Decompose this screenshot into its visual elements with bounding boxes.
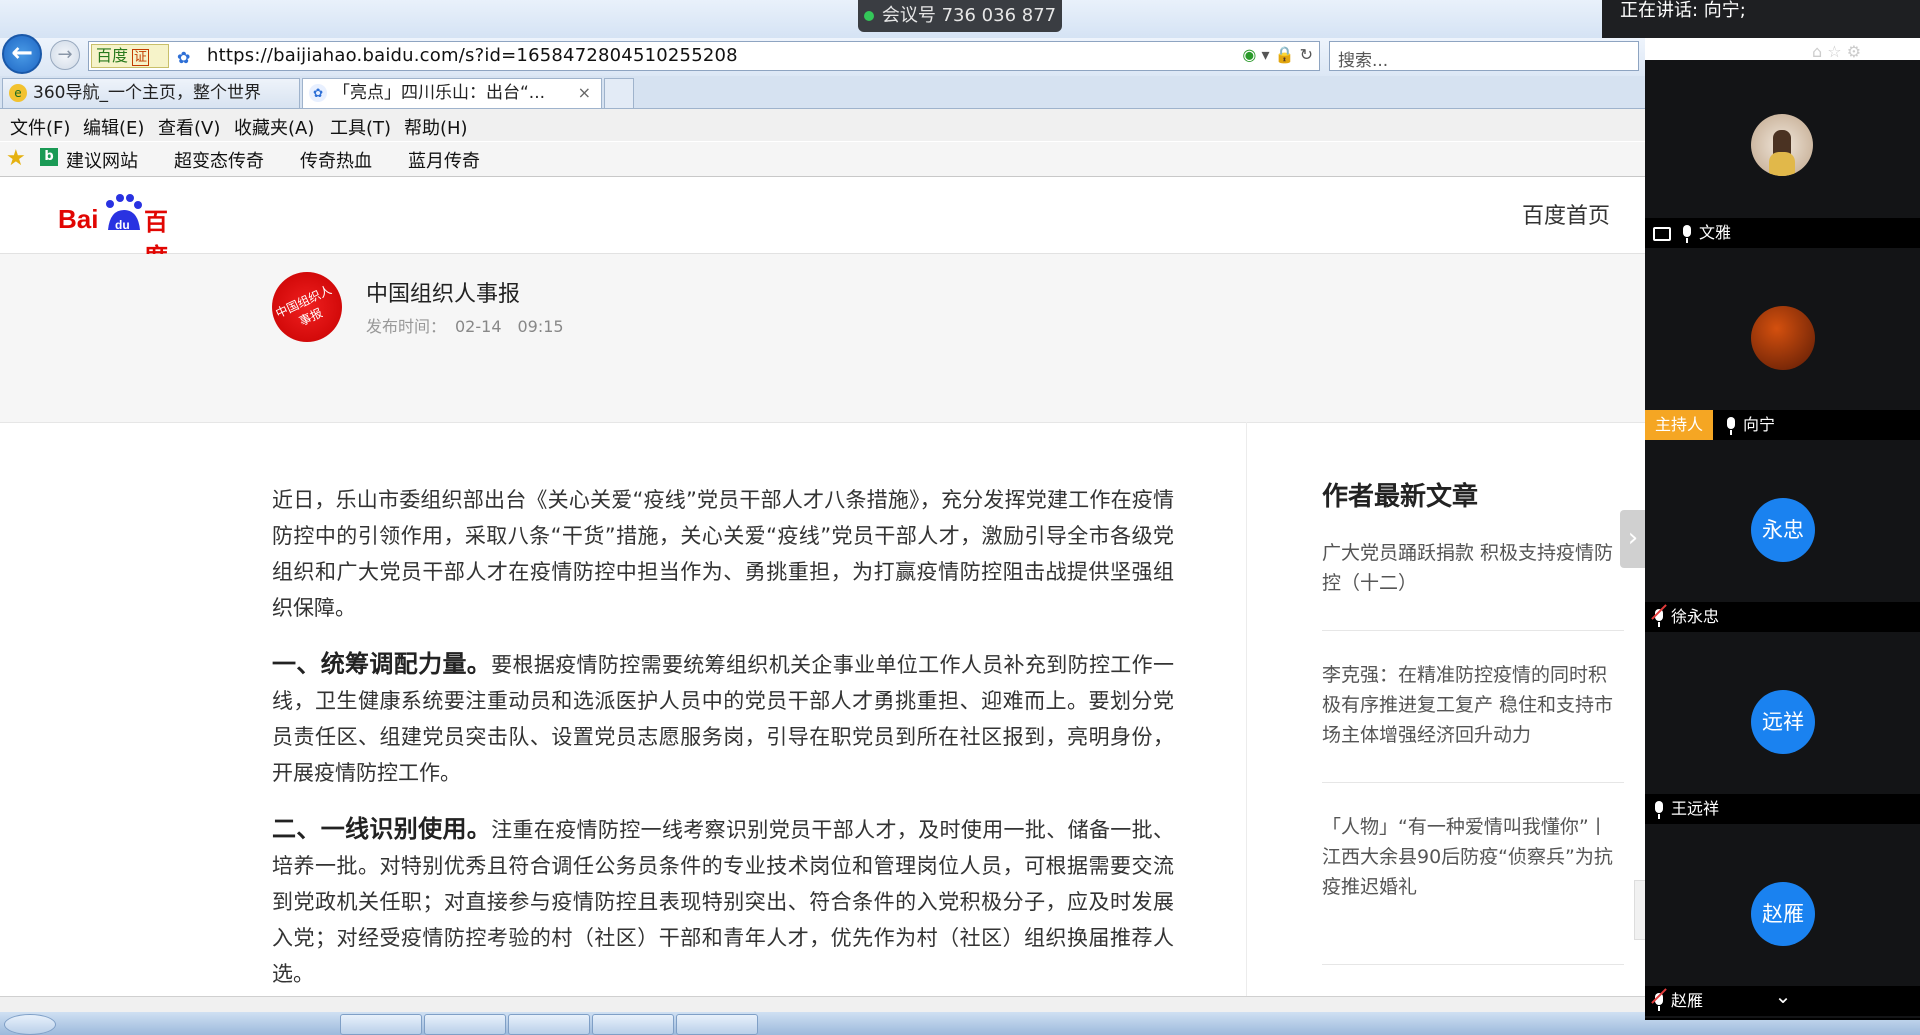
participant-avatar: [1751, 114, 1813, 176]
section-heading: 二、一线识别使用。: [272, 815, 492, 843]
participant-avatar: 赵雁: [1751, 882, 1815, 946]
participant-name: 徐永忠: [1671, 607, 1720, 626]
back-button[interactable]: ←: [2, 34, 42, 74]
bing-icon: b: [40, 148, 58, 166]
section-text: 注重在疫情防控一线考察识别党员干部人才，及时使用一批、储备一批、培养一批。对特别…: [272, 818, 1175, 986]
page-header: [0, 177, 1645, 254]
connected-indicator-icon: [863, 11, 874, 21]
search-input[interactable]: 搜索...: [1338, 46, 1388, 71]
forward-button[interactable]: →: [50, 40, 80, 70]
menu-view[interactable]: 查看(V): [158, 114, 220, 140]
new-tab-button[interactable]: [604, 78, 634, 108]
browser-title-bar: [0, 0, 1645, 38]
mic-icon: [1653, 800, 1665, 819]
sidebar-article-link[interactable]: 广大党员踊跃捐款 积极支持疫情防控（十二）: [1322, 538, 1624, 598]
status-bar: [0, 996, 1645, 1013]
address-bar[interactable]: 百度证 ✿ https://baijiahao.baidu.com/s?id=1…: [88, 41, 1320, 71]
cert-icon: 证: [132, 49, 150, 66]
taskbar-item[interactable]: [508, 1014, 590, 1035]
section-heading: 一、统筹调配力量。: [272, 650, 492, 678]
participant-avatar: 远祥: [1751, 690, 1815, 754]
fav-link[interactable]: 蓝月传奇: [408, 147, 480, 173]
tab-360-home[interactable]: e 360导航_一个主页，整个世界: [2, 78, 300, 108]
author-band: [0, 254, 1645, 423]
panel-toolbar: ⌂ ☆ ⚙: [1812, 42, 1861, 61]
menu-edit[interactable]: 编辑(E): [83, 114, 144, 140]
author-name[interactable]: 中国组织人事报: [366, 276, 520, 308]
participant-avatar: [1751, 306, 1815, 370]
mic-icon: [1681, 224, 1693, 243]
participant-name: 向宁: [1743, 415, 1776, 434]
screen-share-icon: [1653, 226, 1671, 241]
search-box[interactable]: 搜索...: [1329, 41, 1639, 71]
participant-name: 王远祥: [1671, 799, 1720, 818]
participant-bar: 王远祥: [1645, 794, 1920, 824]
compat-mode-icon[interactable]: ◉: [1242, 45, 1256, 64]
host-badge: 主持人: [1645, 410, 1714, 440]
menu-file[interactable]: 文件(F): [10, 114, 70, 140]
sidebar-divider: [1322, 782, 1624, 783]
svg-text:du: du: [115, 218, 130, 232]
address-bar-actions: ◉ ▾ 🔒 ↻: [1242, 45, 1313, 64]
taskbar-item[interactable]: [424, 1014, 506, 1035]
taskbar-item[interactable]: [676, 1014, 758, 1035]
home-icon[interactable]: ⌂: [1812, 42, 1822, 61]
participant-bar: 文雅: [1645, 218, 1920, 248]
cert-site-name: 百度: [96, 46, 129, 65]
fav-link[interactable]: 超变态传奇: [174, 147, 264, 173]
fav-suggested-sites[interactable]: 建议网站: [66, 147, 138, 173]
taskbar-item[interactable]: [592, 1014, 674, 1035]
sidebar-article-link[interactable]: 李克强：在精准防控疫情的同时积极有序推进复工复产 稳住和支持市场主体增强经济回升…: [1322, 660, 1624, 750]
participant-avatar: 永忠: [1751, 498, 1815, 562]
meeting-id-text: 会议号 736 036 877: [881, 5, 1057, 26]
certified-site-badge[interactable]: 百度证: [91, 44, 169, 68]
article-body: 近日，乐山市委组织部出台《关心关爱“疫线”党员干部人才八条措施》，充分发挥党建工…: [272, 482, 1174, 1012]
tab-label: 「亮点」四川乐山：出台“...: [333, 83, 546, 103]
article-section: 二、一线识别使用。注重在疫情防控一线考察识别党员干部人才，及时使用一批、储备一批…: [272, 811, 1174, 992]
sidebar-title: 作者最新文章: [1322, 482, 1479, 512]
now-speaking-text: 正在讲话: 向宁;: [1620, 0, 1746, 21]
fav-link[interactable]: 传奇热血: [300, 147, 372, 173]
article-section: 一、统筹调配力量。要根据疫情防控需要统筹组织机关企事业单位工作人员补充到防控工作…: [272, 646, 1174, 791]
favorites-star-icon[interactable]: ★: [6, 146, 26, 171]
menu-favorites[interactable]: 收藏夹(A): [234, 114, 314, 140]
publish-label: 发布时间：: [366, 317, 447, 336]
taskbar: [0, 1012, 1920, 1035]
participant-bar: 主持人 向宁: [1645, 410, 1920, 440]
author-avatar[interactable]: 中国组织人事报: [272, 272, 342, 342]
tab-close-icon[interactable]: ×: [578, 79, 591, 107]
refresh-icon[interactable]: ↻: [1300, 45, 1313, 64]
sidebar-divider: [1322, 964, 1624, 965]
chevron-right-icon[interactable]: ›: [1620, 510, 1646, 568]
svg-text:Bai: Bai: [58, 204, 98, 234]
dropdown-arrow-icon[interactable]: ▾: [1261, 45, 1269, 64]
column-divider: [1246, 422, 1247, 996]
start-button[interactable]: [4, 1014, 56, 1035]
baidu-paw-icon: ✿: [309, 84, 327, 102]
sidebar-divider: [1322, 630, 1624, 631]
url-text[interactable]: https://baijiahao.baidu.com/s?id=1658472…: [207, 45, 738, 66]
now-speaking-banner: 正在讲话: 向宁;: [1602, 0, 1920, 38]
taskbar-item[interactable]: [340, 1014, 422, 1035]
chevron-down-icon[interactable]: ⌄: [1769, 984, 1797, 1008]
gear-icon[interactable]: ⚙: [1847, 42, 1861, 61]
360-icon: e: [9, 84, 27, 102]
baidu-paw-icon: ✿: [177, 48, 191, 67]
participant-name: 赵雁: [1671, 991, 1704, 1010]
lock-icon[interactable]: 🔒: [1275, 45, 1295, 64]
publish-time: 02-14 09:15: [455, 317, 564, 336]
mic-icon: [1725, 416, 1737, 435]
baidu-home-link[interactable]: 百度首页: [1522, 198, 1610, 230]
menu-help[interactable]: 帮助(H): [404, 114, 468, 140]
sidebar-article-link[interactable]: 「人物」“有一种爱情叫我懂你”丨江西大余县90后防疫“侦察兵”为抗疫推迟婚礼: [1322, 812, 1624, 902]
star-icon[interactable]: ☆: [1827, 42, 1841, 61]
tab-article[interactable]: ✿ 「亮点」四川乐山：出台“... ×: [302, 78, 602, 108]
baidu-logo[interactable]: Bai du 百度: [58, 190, 188, 271]
article-intro: 近日，乐山市委组织部出台《关心关爱“疫线”党员干部人才八条措施》，充分发挥党建工…: [272, 488, 1174, 620]
tab-label: 360导航_一个主页，整个世界: [33, 83, 261, 103]
meeting-id-badge[interactable]: 会议号 736 036 877: [858, 0, 1062, 32]
participant-bar: 徐永忠: [1645, 602, 1920, 632]
participant-name: 文雅: [1699, 223, 1732, 242]
menu-tools[interactable]: 工具(T): [330, 114, 391, 140]
